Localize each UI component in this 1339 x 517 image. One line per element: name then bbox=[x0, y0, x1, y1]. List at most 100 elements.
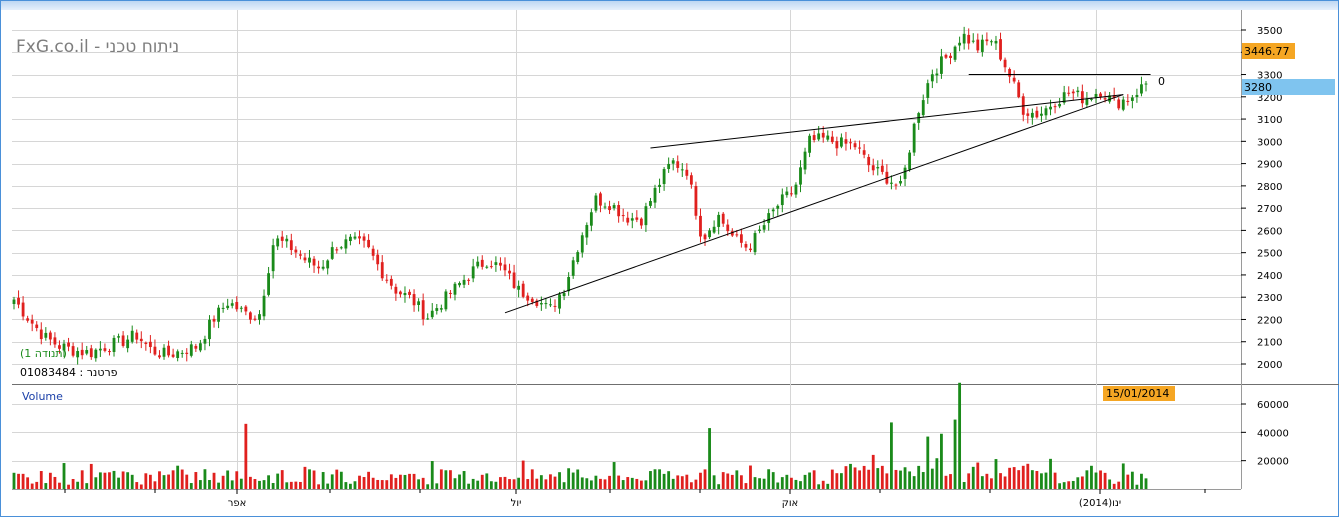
candle bbox=[44, 332, 48, 338]
candle bbox=[903, 167, 907, 179]
candle bbox=[267, 273, 270, 295]
candle bbox=[580, 235, 584, 253]
volume-bar bbox=[1130, 471, 1134, 489]
volume-bar bbox=[994, 459, 998, 489]
candle bbox=[258, 314, 261, 320]
volume-bar bbox=[449, 470, 452, 489]
volume-bar bbox=[789, 477, 793, 489]
volume-bar bbox=[712, 475, 716, 489]
volume-bar bbox=[1090, 465, 1093, 489]
volume-bar bbox=[862, 465, 866, 489]
candle bbox=[649, 201, 652, 206]
candle bbox=[985, 39, 989, 42]
candle bbox=[289, 240, 293, 251]
candle bbox=[789, 193, 793, 195]
volume-bar bbox=[380, 480, 384, 489]
volume-bar bbox=[1030, 470, 1034, 489]
candle bbox=[299, 254, 302, 256]
candle bbox=[971, 40, 975, 42]
candle bbox=[21, 302, 25, 317]
candle bbox=[53, 337, 57, 345]
candle bbox=[571, 260, 575, 276]
y-tick-label: 2500 bbox=[1257, 249, 1282, 260]
volume-bar bbox=[894, 469, 898, 489]
candle bbox=[430, 310, 434, 318]
y-tick-label: 2600 bbox=[1257, 226, 1282, 237]
volume-bar bbox=[867, 469, 871, 489]
y-tick-label: 3000 bbox=[1257, 137, 1282, 148]
candle bbox=[962, 33, 966, 44]
candle bbox=[735, 234, 739, 236]
candle bbox=[194, 345, 198, 349]
volume-bar bbox=[499, 477, 502, 489]
candle bbox=[1140, 84, 1143, 94]
volume-bar bbox=[599, 478, 602, 489]
volume-bar bbox=[594, 475, 598, 489]
candle bbox=[189, 344, 193, 356]
x-tick-label: אפר bbox=[228, 498, 247, 509]
candle bbox=[421, 300, 425, 320]
y-tick-label: 2400 bbox=[1257, 271, 1282, 282]
candle bbox=[680, 169, 684, 171]
time-axis-ticks: אפר יול אוק ינו(2014) bbox=[64, 489, 1206, 509]
volume-bar bbox=[1080, 476, 1084, 489]
volume-bar bbox=[358, 475, 361, 489]
volume-bar bbox=[135, 482, 139, 489]
candle bbox=[976, 39, 980, 51]
volume-bar bbox=[117, 477, 120, 489]
volume-bar bbox=[658, 469, 661, 489]
candle bbox=[517, 285, 521, 290]
candle bbox=[139, 338, 143, 342]
volume-tick-label: 40000 bbox=[1257, 428, 1289, 439]
candle bbox=[717, 214, 721, 227]
volume-bar bbox=[35, 481, 39, 489]
candle bbox=[926, 83, 930, 98]
candle bbox=[1085, 99, 1089, 105]
volume-bar bbox=[476, 480, 480, 489]
candle bbox=[585, 225, 589, 238]
volume-bar bbox=[185, 474, 189, 489]
volume-bar bbox=[1040, 473, 1043, 489]
volume-bar bbox=[230, 480, 234, 489]
candle bbox=[712, 226, 716, 233]
volume-bar bbox=[12, 472, 16, 489]
candle bbox=[940, 56, 943, 74]
candle bbox=[121, 335, 125, 346]
volume-bar bbox=[512, 479, 516, 489]
candle bbox=[162, 347, 166, 357]
volume-bar bbox=[744, 483, 748, 489]
candle bbox=[35, 324, 39, 329]
candle bbox=[776, 205, 780, 209]
volume-bar bbox=[430, 461, 434, 489]
volume-bar bbox=[1017, 470, 1021, 489]
volume-bar bbox=[362, 477, 366, 489]
candle bbox=[526, 295, 530, 301]
candle bbox=[262, 295, 266, 317]
volume-bar bbox=[385, 480, 389, 489]
volume-bar bbox=[676, 475, 680, 489]
volume-bar bbox=[589, 480, 593, 489]
volume-bar bbox=[1094, 472, 1098, 489]
x-tick-label: ינו(2014) bbox=[1079, 498, 1121, 509]
candle bbox=[771, 209, 775, 212]
volume-bar bbox=[212, 472, 216, 489]
candle bbox=[676, 161, 680, 168]
candle bbox=[349, 236, 352, 242]
volume-bar bbox=[126, 472, 130, 489]
candle bbox=[449, 292, 452, 294]
volume-bar bbox=[1021, 465, 1025, 489]
volume-bar bbox=[303, 466, 307, 489]
volume-bar bbox=[94, 477, 98, 489]
candle bbox=[830, 136, 834, 143]
candle bbox=[476, 261, 480, 267]
volume-bar bbox=[308, 469, 311, 489]
volume-bar bbox=[508, 479, 511, 489]
candle bbox=[1080, 91, 1084, 104]
volume-bar bbox=[926, 436, 930, 489]
volume-bar bbox=[226, 470, 230, 489]
candle bbox=[226, 305, 230, 309]
volume-bar bbox=[335, 469, 339, 489]
volume-bar bbox=[962, 482, 966, 489]
candle bbox=[835, 141, 839, 149]
candle bbox=[108, 351, 111, 353]
